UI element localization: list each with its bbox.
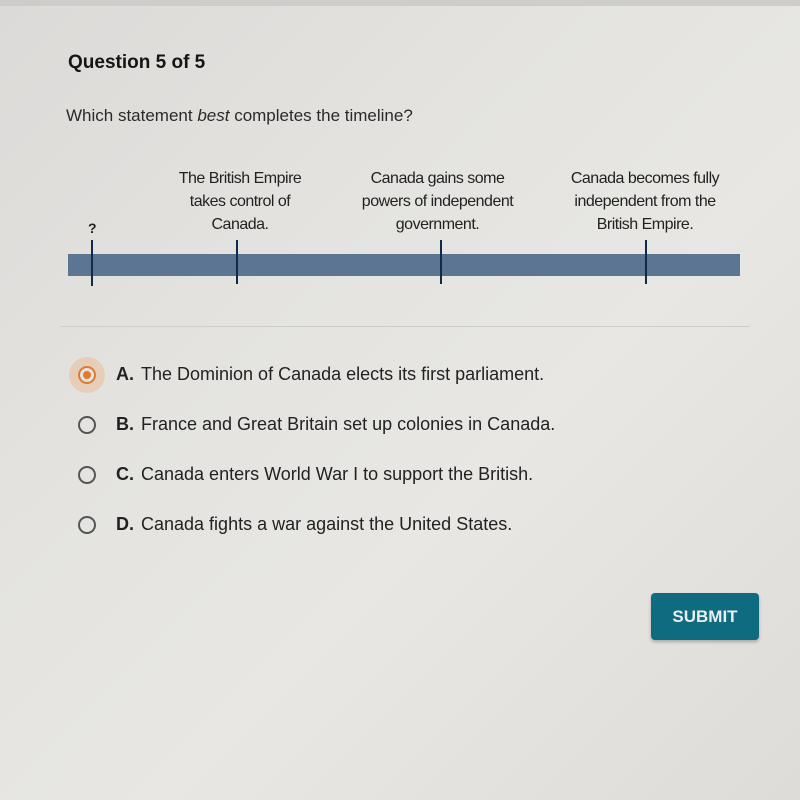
prompt-text-after: completes the timeline?: [229, 106, 413, 125]
answer-option-c[interactable]: C. Canada enters World War I to support …: [78, 464, 533, 485]
answer-option-a[interactable]: A. The Dominion of Canada elects its fir…: [78, 364, 544, 385]
timeline: ? The British Empire takes control of Ca…: [0, 160, 800, 300]
timeline-tick-3: [645, 240, 647, 284]
timeline-event-1-line-3: Canada.: [211, 216, 270, 233]
option-letter: C.: [116, 464, 134, 484]
option-letter: D.: [116, 514, 134, 534]
option-text: Canada enters World War I to support the…: [141, 464, 534, 484]
radio-unselected-icon[interactable]: [78, 515, 96, 534]
timeline-event-3-line-3: British Empire.: [596, 216, 694, 233]
submit-button[interactable]: SUBMIT: [651, 593, 759, 640]
option-letter: B.: [116, 414, 134, 434]
timeline-tick-unknown: [91, 240, 93, 286]
question-prompt: Which statement best completes the timel…: [66, 106, 413, 126]
timeline-event-2-line-3: government.: [395, 216, 480, 233]
timeline-tick-2: [440, 240, 442, 284]
radio-unselected-icon[interactable]: [78, 415, 96, 434]
option-text: Canada fights a war against the United S…: [141, 514, 513, 534]
timeline-event-2-line-2: powers of independent: [361, 193, 514, 210]
divider: [60, 326, 750, 327]
timeline-event-1-line-1: The British Empire: [178, 170, 302, 187]
timeline-event-unknown-label: ?: [87, 220, 97, 236]
timeline-event-3-line-1: Canada becomes fully: [570, 170, 720, 187]
option-text: The Dominion of Canada elects its first …: [141, 364, 545, 384]
timeline-tick-1: [236, 240, 238, 284]
top-bar: [0, 0, 800, 6]
timeline-event-1-label: The British Empire takes control of Cana…: [150, 167, 330, 236]
question-number: Question 5 of 5: [68, 52, 206, 73]
option-letter: A.: [116, 364, 134, 384]
radio-selected-icon[interactable]: [78, 365, 96, 384]
answer-option-b[interactable]: B. France and Great Britain set up colon…: [78, 414, 555, 435]
option-text: France and Great Britain set up colonies…: [141, 414, 556, 434]
timeline-event-1-line-2: takes control of: [189, 193, 291, 210]
timeline-event-3-label: Canada becomes fully independent from th…: [545, 167, 745, 236]
timeline-event-2-line-1: Canada gains some: [370, 170, 505, 187]
timeline-event-3-line-2: independent from the: [574, 193, 716, 210]
prompt-emphasis: best: [197, 106, 230, 125]
answer-option-d[interactable]: D. Canada fights a war against the Unite…: [78, 514, 512, 535]
timeline-event-2-label: Canada gains some powers of independent …: [335, 167, 540, 236]
prompt-text-before: Which statement: [66, 106, 198, 125]
radio-unselected-icon[interactable]: [78, 465, 96, 484]
timeline-bar: [68, 254, 740, 276]
